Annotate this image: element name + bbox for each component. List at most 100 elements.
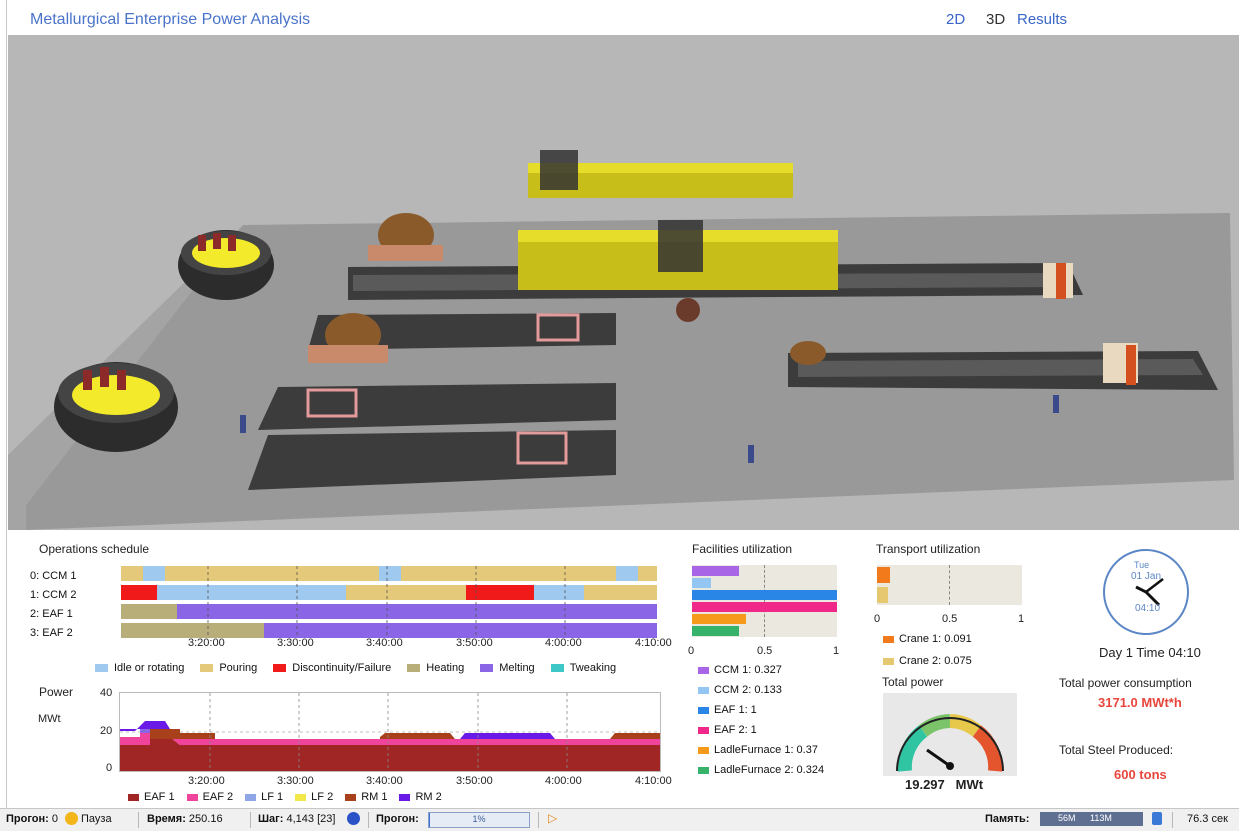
memory-bar: 56M 113M: [1040, 812, 1143, 826]
facilities-chart: [692, 565, 837, 637]
legend-lf2-util: LadleFurnace 2: 0.324: [698, 760, 824, 780]
step-icon[interactable]: [347, 812, 360, 825]
series-rm1: [150, 729, 215, 739]
row-label-eaf2: 3: EAF 2: [30, 627, 73, 639]
facilities-title: Facilities utilization: [692, 542, 793, 556]
legend-heating: Heating: [407, 662, 464, 674]
legend-eaf1-util: EAF 1: 1: [698, 700, 824, 720]
schedule-title: Operations schedule: [39, 542, 150, 556]
legend-melting: Melting: [480, 662, 535, 674]
row-label-ccm1: 0: CCM 1: [30, 570, 77, 582]
clock-caption: Day 1 Time 04:10: [1099, 645, 1201, 660]
power-xtick-5: 4:00:00: [545, 775, 582, 787]
pause-icon[interactable]: [65, 812, 78, 825]
schedule-tick-2: 3:30:00: [277, 637, 314, 649]
row-label-eaf1: 2: EAF 1: [30, 608, 73, 620]
power-title: Power: [39, 685, 74, 699]
step-status: Шаг: 4,143 [23]: [258, 813, 336, 825]
status-bar: Прогон: 0 Пауза Время: 250.16 Шаг: 4,143…: [0, 808, 1239, 831]
gauge-needle: [926, 748, 951, 768]
schedule-chart: [107, 566, 662, 646]
facility-bar: [692, 602, 837, 612]
power-xtick-4: 3:50:00: [456, 775, 493, 787]
progress-label: Прогон:: [376, 813, 419, 825]
power-xtick-2: 3:30:00: [277, 775, 314, 787]
row-label-ccm2: 1: CCM 2: [30, 589, 77, 601]
legend-failure: Discontinuity/Failure: [273, 662, 391, 674]
facility-bar: [692, 566, 740, 576]
facilities-legend: CCM 1: 0.327 CCM 2: 0.133 EAF 1: 1 EAF 2…: [698, 660, 824, 780]
power-xtick-6: 4:10:00: [635, 775, 672, 787]
transport-tick-0: 0: [874, 613, 881, 625]
clock-icon: Tue 01 Jan 04:10: [1101, 547, 1191, 637]
legend-pouring: Pouring: [200, 662, 257, 674]
memory-label: Память:: [985, 813, 1030, 825]
facility-bar: [692, 626, 739, 636]
tab-results[interactable]: Results: [1017, 11, 1067, 28]
power-xtick-1: 3:20:00: [188, 775, 225, 787]
factory-floor-illustration: [8, 150, 1234, 530]
legend-tweaking: Tweaking: [550, 662, 616, 674]
trash-icon[interactable]: [1152, 812, 1162, 825]
legend-lf1: LF 1: [245, 791, 283, 803]
power-ytick-0: 0: [106, 762, 113, 774]
power-gauge: [883, 693, 1017, 776]
schedule-tick-1: 3:20:00: [188, 637, 225, 649]
total-power-title: Total power: [882, 675, 944, 689]
power-chart: [119, 692, 661, 772]
tab-2d[interactable]: 2D: [946, 11, 965, 28]
facilities-tick-05: 0.5: [757, 645, 773, 657]
fps-value: 76.3 сек: [1187, 813, 1228, 825]
steel-value: 600 tons: [1114, 767, 1167, 782]
legend-ccm1: CCM 1: 0.327: [698, 660, 824, 680]
transport-title: Transport utilization: [876, 542, 981, 556]
series-rm2: [460, 733, 555, 739]
left-border: [6, 0, 7, 808]
transport-tick-05: 0.5: [942, 613, 958, 625]
legend-idle: Idle or rotating: [95, 662, 184, 674]
transport-bar: [877, 567, 891, 583]
power-legend: EAF 1 EAF 2 LF 1 LF 2 RM 1 RM 2: [128, 791, 442, 803]
steel-title: Total Steel Produced:: [1059, 743, 1174, 757]
facility-bar: [692, 578, 712, 588]
power-ytick-40: 40: [100, 687, 113, 699]
schedule-tick-5: 4:00:00: [545, 637, 582, 649]
power-xtick-3: 3:40:00: [366, 775, 403, 787]
legend-rm1: RM 1: [345, 791, 387, 803]
legend-lf2: LF 2: [295, 791, 333, 803]
facilities-tick-1: 1: [833, 645, 840, 657]
legend-crane1: Crane 1: 0.091: [883, 628, 972, 650]
consumption-title: Total power consumption: [1059, 676, 1192, 690]
3d-scene-viewport[interactable]: [8, 35, 1239, 530]
total-power-value: 19.297 MWt: [905, 777, 984, 792]
legend-eaf1: EAF 1: [128, 791, 175, 803]
legend-ccm2: CCM 2: 0.133: [698, 680, 824, 700]
progress-bar: 1%: [428, 812, 530, 828]
tab-3d[interactable]: 3D: [986, 11, 1005, 28]
run-status: Прогон: 0: [6, 813, 58, 825]
progress-text: 1%: [472, 814, 486, 824]
facility-bar: [692, 614, 746, 624]
consumption-value: 3171.0 MWt*h: [1098, 695, 1182, 710]
legend-eaf2-util: EAF 2: 1: [698, 720, 824, 740]
transport-legend: Crane 1: 0.091 Crane 2: 0.075: [883, 628, 972, 672]
time-status: Время: 250.16: [147, 813, 223, 825]
schedule-tick-6: 4:10:00: [635, 637, 672, 649]
power-unit: MWt: [38, 713, 61, 725]
power-ytick-20: 20: [100, 725, 113, 737]
transport-chart: [877, 565, 1022, 605]
eaf1-bar: [121, 604, 657, 619]
schedule-tick-3: 3:40:00: [366, 637, 403, 649]
pause-label[interactable]: Пауза: [81, 813, 112, 825]
facility-bar: [692, 590, 837, 600]
transport-bar: [877, 587, 888, 603]
legend-lf1-util: LadleFurnace 1: 0.37: [698, 740, 824, 760]
schedule-tick-4: 3:50:00: [456, 637, 493, 649]
run-button[interactable]: ▷: [548, 811, 557, 825]
transport-tick-1: 1: [1018, 613, 1025, 625]
facilities-tick-0: 0: [688, 645, 695, 657]
legend-eaf2: EAF 2: [186, 791, 233, 803]
app-title: Metallurgical Enterprise Power Analysis: [30, 11, 311, 28]
schedule-row-labels: 0: CCM 1 1: CCM 2 2: EAF 1 3: EAF 2: [30, 570, 110, 650]
legend-crane2: Crane 2: 0.075: [883, 650, 972, 672]
